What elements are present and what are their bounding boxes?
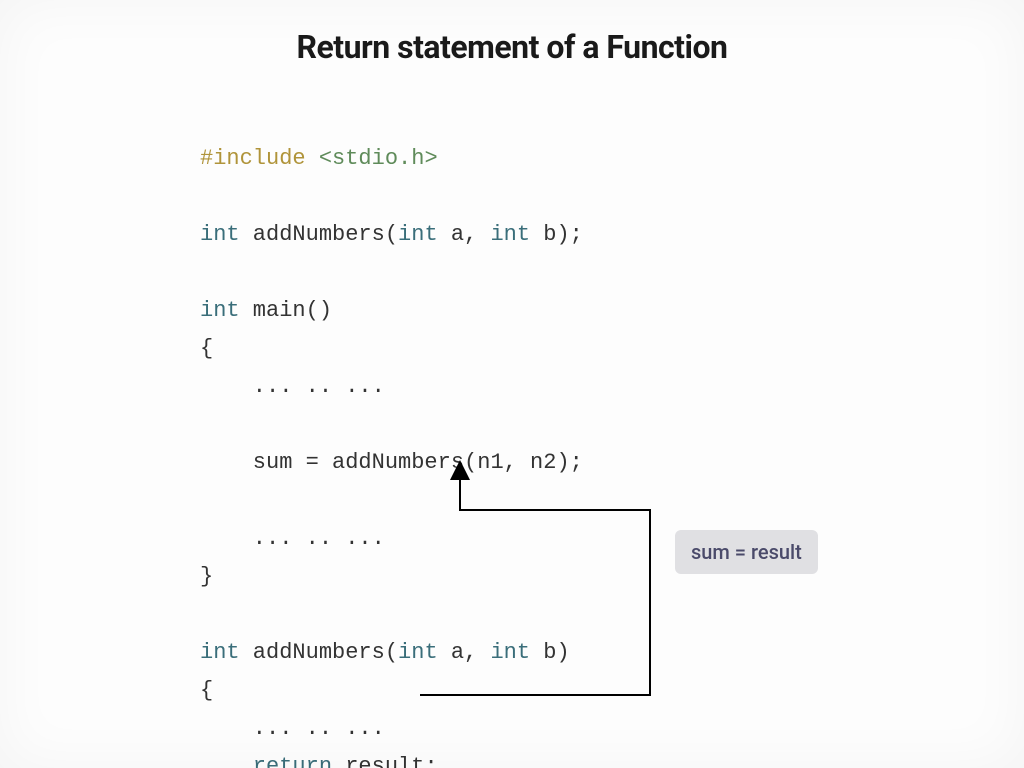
token-int: int — [200, 222, 240, 247]
page-title: Return statement of a Function — [0, 28, 1024, 66]
token-param-a: a, — [438, 640, 491, 665]
token-result: result; — [332, 754, 438, 768]
code-line-main: int main() — [200, 292, 583, 330]
token-int: int — [200, 640, 240, 665]
token-param-b: b); — [530, 222, 583, 247]
code-line-brace: { — [200, 330, 583, 368]
code-line-brace: } — [200, 558, 583, 596]
code-line-definition: int addNumbers(int a, int b) — [200, 634, 583, 672]
token-int: int — [200, 298, 240, 323]
token-fn-name: addNumbers( — [240, 640, 398, 665]
token-include: #include — [200, 146, 306, 171]
code-line-ellipsis: ... .. ... — [200, 710, 583, 748]
token-main: main() — [240, 298, 332, 323]
token-param-b: b) — [530, 640, 570, 665]
token-param-a: a, — [438, 222, 491, 247]
code-block: #include <stdio.h> int addNumbers(int a,… — [200, 140, 583, 768]
code-line-return: return result; — [200, 748, 583, 768]
code-line-brace: { — [200, 672, 583, 710]
token-int: int — [398, 640, 438, 665]
code-line-ellipsis: ... .. ... — [200, 520, 583, 558]
token-fn-name: addNumbers( — [240, 222, 398, 247]
token-int: int — [398, 222, 438, 247]
token-int: int — [490, 640, 530, 665]
annotation-badge: sum = result — [675, 530, 818, 574]
code-line-prototype: int addNumbers(int a, int b); — [200, 216, 583, 254]
token-int: int — [490, 222, 530, 247]
code-line-ellipsis: ... .. ... — [200, 368, 583, 406]
code-line-include: #include <stdio.h> — [200, 140, 583, 178]
code-line-sum-call: sum = addNumbers(n1, n2); — [200, 444, 583, 482]
token-return: return — [200, 754, 332, 768]
token-stdio: <stdio.h> — [319, 146, 438, 171]
